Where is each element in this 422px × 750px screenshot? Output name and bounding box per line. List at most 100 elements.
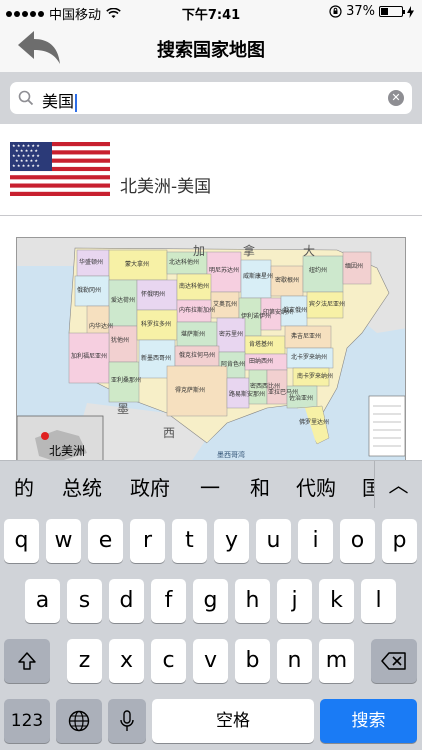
key-o[interactable]: o xyxy=(340,519,375,563)
map-state-labels: 华盛顿州 蒙大拿州 北达科他州 明尼苏达州 威斯康星州 密歇根州 纽约州 缅因州… xyxy=(17,238,405,466)
state-label: 缅因州 xyxy=(345,263,364,270)
state-label: 宾夕法尼亚州 xyxy=(309,301,346,308)
key-g[interactable]: g xyxy=(193,579,228,623)
state-label: 佐治亚州 xyxy=(289,395,314,402)
key-c[interactable]: c xyxy=(151,639,186,683)
delete-key[interactable] xyxy=(371,639,417,683)
key-h[interactable]: h xyxy=(235,579,270,623)
state-label: 蒙大拿州 xyxy=(125,261,150,268)
charging-bolt-icon xyxy=(407,5,414,18)
suggestion-5[interactable]: 和 xyxy=(250,472,270,501)
state-label: 得克萨斯州 xyxy=(175,387,206,394)
key-j[interactable]: j xyxy=(277,579,312,623)
state-label: 内布拉斯加州 xyxy=(179,307,216,314)
search-value: 美国 xyxy=(42,88,78,112)
state-label: 加利福尼亚州 xyxy=(71,353,108,360)
state-label: 怀俄明州 xyxy=(141,291,166,298)
page-title: 搜索国家地图 xyxy=(157,40,265,61)
state-label: 密歇根州 xyxy=(275,277,300,284)
key-l[interactable]: l xyxy=(361,579,396,623)
state-label: 俄勒冈州 xyxy=(77,287,102,294)
search-icon xyxy=(18,90,34,106)
state-label: 亚利桑那州 xyxy=(111,377,142,384)
suggestion-2[interactable]: 总统 xyxy=(62,472,102,501)
state-label: 北达科他州 xyxy=(169,259,200,266)
suggestion-4[interactable]: 一 xyxy=(200,472,220,501)
key-f[interactable]: f xyxy=(151,579,186,623)
text-caret xyxy=(75,93,78,112)
key-w[interactable]: w xyxy=(46,519,81,563)
clear-icon[interactable]: ✕ xyxy=(388,90,404,106)
state-label: 南卡罗来纳州 xyxy=(297,373,334,380)
usa-flag-icon: ★ ★ ★ ★ ★ ★★ ★ ★ ★ ★ ★ ★ ★ ★ ★ ★★ ★ ★ ★ … xyxy=(10,142,110,196)
state-label: 科罗拉多州 xyxy=(141,321,172,328)
state-label: 纽约州 xyxy=(309,267,328,274)
shift-icon xyxy=(18,652,36,670)
search-input[interactable]: 美国 ✕ xyxy=(10,82,412,114)
suggestion-6[interactable]: 代购 xyxy=(296,472,336,501)
state-label: 肯塔基州 xyxy=(249,341,274,348)
key-r[interactable]: r xyxy=(130,519,165,563)
key-k[interactable]: k xyxy=(319,579,354,623)
search-key[interactable]: 搜索 xyxy=(320,699,417,743)
key-t[interactable]: t xyxy=(172,519,207,563)
state-label: 犹他州 xyxy=(111,337,130,344)
state-label: 阿肯色州 xyxy=(221,361,246,368)
key-n[interactable]: n xyxy=(277,639,312,683)
key-v[interactable]: v xyxy=(193,639,228,683)
suggestion-1[interactable]: 的 xyxy=(14,472,34,501)
state-label: 北卡罗来纳州 xyxy=(291,354,328,361)
suggestion-bar: 的 总统 政府 一 和 代购 国 ︿ xyxy=(0,460,422,509)
key-b[interactable]: b xyxy=(235,639,270,683)
state-label: 明尼苏达州 xyxy=(209,267,240,274)
keyboard: q w e r t y u i o p a s d f g h j k l z … xyxy=(0,508,422,750)
key-q[interactable]: q xyxy=(4,519,39,563)
state-label: 内华达州 xyxy=(89,323,114,330)
state-label: 俄克拉何马州 xyxy=(179,352,216,359)
state-label: 华盛顿州 xyxy=(79,259,104,266)
globe-key[interactable] xyxy=(56,699,102,743)
state-label: 弗吉尼亚州 xyxy=(291,333,322,340)
state-label: 新墨西哥州 xyxy=(141,355,172,362)
key-s[interactable]: s xyxy=(67,579,102,623)
state-label: 路易斯安那州 xyxy=(229,391,266,398)
key-x[interactable]: x xyxy=(109,639,144,683)
state-label: 堪萨斯州 xyxy=(181,331,206,338)
key-p[interactable]: p xyxy=(382,519,417,563)
numbers-key[interactable]: 123 xyxy=(4,699,50,743)
state-label: 俄亥俄州 xyxy=(283,307,308,314)
state-label: 爱达荷州 xyxy=(111,297,136,304)
search-bar: 美国 ✕ xyxy=(0,72,422,124)
key-m[interactable]: m xyxy=(319,639,354,683)
key-u[interactable]: u xyxy=(256,519,291,563)
svg-text:★ ★ ★ ★ ★ ★: ★ ★ ★ ★ ★ ★ xyxy=(12,163,40,168)
suggestion-7[interactable]: 国 xyxy=(362,472,374,501)
key-i[interactable]: i xyxy=(298,519,333,563)
status-bar: 中国移动 下午7:41 37% xyxy=(0,0,422,24)
space-key[interactable]: 空格 xyxy=(152,699,314,743)
key-y[interactable]: y xyxy=(214,519,249,563)
rotation-lock-icon xyxy=(329,5,342,18)
result-label: 北美洲-美国 xyxy=(120,177,212,197)
suggestion-3[interactable]: 政府 xyxy=(130,472,170,501)
chevron-up-icon[interactable]: ︿ xyxy=(374,461,422,509)
nav-bar: 搜索国家地图 xyxy=(0,24,422,72)
state-label: 威斯康星州 xyxy=(243,273,274,280)
state-label: 南达科他州 xyxy=(179,283,210,290)
state-label: 密苏里州 xyxy=(219,331,244,338)
key-d[interactable]: d xyxy=(109,579,144,623)
result-row[interactable]: ★ ★ ★ ★ ★ ★ ★ ★ ★ ★ ★ ★ ★ ★ ★ ★ ★ ★ ★ ★ ★ … xyxy=(0,124,422,216)
microphone-icon xyxy=(120,710,134,731)
state-label: 田纳西州 xyxy=(249,358,274,365)
key-e[interactable]: e xyxy=(88,519,123,563)
key-a[interactable]: a xyxy=(25,579,60,623)
globe-icon xyxy=(68,710,90,732)
microphone-key[interactable] xyxy=(108,699,146,743)
state-label: 佛罗里达州 xyxy=(299,419,330,426)
usa-map-image[interactable]: 加 拿 大 墨 西 北美洲 墨西哥湾 华盛顿州 蒙大拿州 北达科他州 明尼苏达州… xyxy=(16,237,406,467)
state-label: 艾奥瓦州 xyxy=(213,301,238,308)
shift-key[interactable] xyxy=(4,639,50,683)
battery-percent: 37% xyxy=(346,4,375,19)
key-z[interactable]: z xyxy=(67,639,102,683)
status-right: 37% xyxy=(329,4,414,19)
